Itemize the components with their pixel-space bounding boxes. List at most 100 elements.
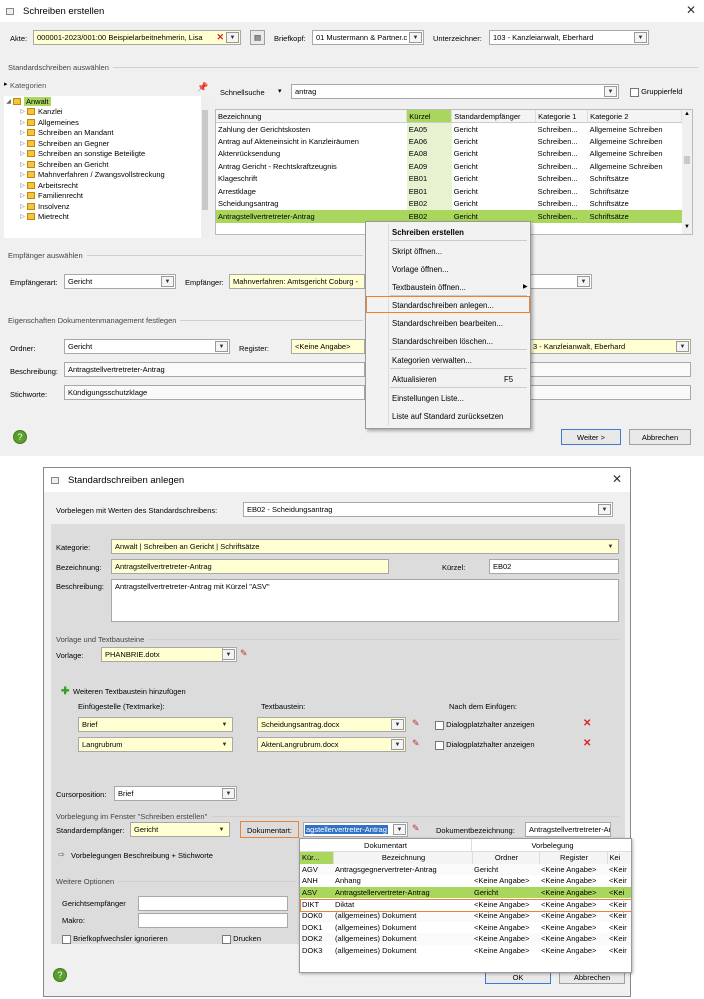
tree-node[interactable]: ▷ Mietrecht	[4, 212, 209, 223]
chevron-down-icon[interactable]: ▼	[218, 719, 231, 730]
clear-icon[interactable]: ✕	[216, 32, 224, 43]
beschreibung-field[interactable]: Antragstellvertretreter-Antrag	[64, 362, 365, 377]
list-item[interactable]: DOK3 (allgemeines) Dokument <Keine Angabe>…	[300, 945, 631, 957]
edit-icon[interactable]: ✎	[412, 823, 424, 835]
col-bezeichnung[interactable]: Bezeichnung	[333, 852, 473, 864]
makro-input[interactable]	[138, 913, 288, 928]
chevron-down-icon[interactable]: ▼	[223, 649, 235, 660]
standard-table[interactable]: Bezeichnung Kürzel Standardempfänger Kat…	[215, 109, 693, 235]
gerichtsempf-input[interactable]	[138, 896, 288, 911]
col-standardempfaenger[interactable]: Standardempfänger	[451, 110, 537, 123]
table-row[interactable]: Antrag auf Akteneinsicht in Kanzleiräume…	[216, 135, 682, 148]
dokart-combo[interactable]: agstellervertreter-Antrag ▼	[303, 822, 408, 837]
tree-node-root[interactable]: ◢ Anwalt	[4, 96, 209, 107]
checkbox-icon[interactable]	[435, 720, 444, 730]
empfaengerart-combo[interactable]: Gericht ▼	[64, 274, 176, 289]
chevron-down-icon[interactable]: ▼	[604, 541, 617, 552]
close-icon[interactable]: ✕	[612, 472, 622, 486]
col-register[interactable]: Register	[539, 852, 608, 864]
tree-node[interactable]: ▷ Arbeitsrecht	[4, 180, 209, 191]
chevron-down-icon[interactable]: ▼	[391, 719, 404, 730]
menu-item-zuruecksetzen[interactable]: Liste auf Standard zurücksetzen	[392, 412, 503, 421]
list-item[interactable]: DOK2 (allgemeines) Dokument <Keine Angabe>…	[300, 933, 631, 945]
table-row[interactable]: Klageschrift EB01 Gericht Schreiben... Schri…	[216, 172, 682, 185]
chevron-down-icon[interactable]: ▼	[598, 504, 611, 515]
menu-item-bearbeiten[interactable]: Standardschreiben bearbeiten...	[392, 319, 503, 328]
beschreibung-textarea[interactable]: Antragstellvertretreter-Antrag mit Kürze…	[111, 579, 619, 622]
tree-node[interactable]: ▷ Allgemeines	[4, 117, 209, 128]
menu-item-aktualisieren[interactable]: Aktualisieren	[392, 375, 437, 384]
register-combo[interactable]: <Keine Angabe>	[291, 339, 365, 354]
expand-icon[interactable]: ▷	[18, 140, 27, 147]
ordner-combo[interactable]: Gericht ▼	[64, 339, 230, 354]
add-textbaustein-link[interactable]: Weiteren Textbaustein hinzufügen	[73, 687, 186, 696]
checkbox-icon[interactable]	[630, 87, 639, 97]
schnellsuche-input[interactable]: antrag ▼	[291, 84, 619, 99]
unterzeichner2-combo[interactable]: 3 - Kanzleianwalt, Eberhard ▼	[530, 339, 691, 354]
table-row[interactable]: Arrestklage EB01 Gericht Schreiben... Schrif…	[216, 185, 682, 198]
menu-item-loeschen[interactable]: Standardschreiben löschen...	[392, 337, 493, 346]
expand-icon[interactable]: ▷	[18, 203, 27, 210]
drucken-checkbox[interactable]: Drucken	[222, 934, 261, 944]
col-ordner[interactable]: Ordner	[472, 852, 540, 864]
chevron-down-icon[interactable]: ▼	[161, 276, 174, 287]
kategorie-combo[interactable]: Anwalt | Schreiben an Gericht | Schrifts…	[111, 539, 619, 554]
expand-icon[interactable]: ▷	[18, 119, 27, 126]
expand-icon[interactable]: ▷	[18, 182, 27, 189]
expand-icon[interactable]: ▷	[18, 150, 27, 157]
chevron-down-icon[interactable]: ▼	[393, 824, 406, 835]
chevron-down-icon[interactable]: ▼	[226, 32, 239, 43]
list-item[interactable]: AGV Antragsgegnervertreter-Antrag Gericht <…	[300, 863, 631, 876]
menu-item-einstellungen[interactable]: Einstellungen Liste...	[392, 394, 464, 403]
col-kuerzel[interactable]: Kür...	[300, 852, 334, 864]
dialogplatzhalter-checkbox[interactable]: Dialogplatzhalter anzeigen	[435, 740, 535, 750]
help-icon[interactable]: ?	[53, 968, 67, 982]
table-row[interactable]: Zahlung der Gerichtskosten EA05 Gericht Sch…	[216, 122, 682, 135]
gruppierfeld-checkbox[interactable]: Gruppierfeld	[630, 87, 682, 97]
delete-icon[interactable]: ✕	[583, 738, 591, 749]
col-kei[interactable]: Kei	[607, 852, 631, 864]
checkbox-icon[interactable]	[222, 934, 231, 944]
calendar-button[interactable]: ▤	[250, 30, 265, 45]
menu-item-vorlage[interactable]: Vorlage öffnen...	[392, 265, 449, 274]
col-kuerzel[interactable]: Kürzel	[406, 110, 453, 123]
table-row[interactable]: Scheidungsantrag EB02 Gericht Schreiben... S…	[216, 197, 682, 210]
expand-icon[interactable]: ▷	[18, 171, 27, 178]
tree-node[interactable]: ▷ Insolvenz	[4, 201, 209, 212]
menu-item-skript[interactable]: Skript öffnen...	[392, 247, 442, 256]
briefkopf-combo[interactable]: 01 Mustermann & Partner.c ▼	[312, 30, 424, 45]
edit-icon[interactable]: ✎	[412, 718, 424, 730]
col-kategorie1[interactable]: Kategorie 1	[535, 110, 589, 123]
chevron-down-icon[interactable]: ▼	[634, 32, 647, 43]
chevron-down-icon[interactable]: ▼	[577, 276, 590, 287]
table-scrollbar[interactable]: ▲ ▼	[682, 110, 692, 234]
chevron-down-icon[interactable]: ▼	[604, 86, 617, 97]
expand-icon[interactable]: ◢	[4, 98, 13, 105]
beschreibung-field-end[interactable]	[530, 362, 691, 377]
expand-icon[interactable]: ▷	[18, 213, 27, 220]
expand-icon[interactable]: ▷	[18, 129, 27, 136]
tree-node[interactable]: ▷ Schreiben an Gericht	[4, 159, 209, 170]
chevron-down-icon[interactable]: ▼	[391, 739, 404, 750]
table-row[interactable]: Antrag Gericht - Rechtskraftzeugnis EA09 G…	[216, 160, 682, 173]
tree-node[interactable]: ▷ Kanzlei	[4, 107, 209, 118]
empfaenger-combo[interactable]: Mahnverfahren: Amtsgericht Coburg -	[229, 274, 365, 289]
edit-icon[interactable]: ✎	[412, 738, 424, 750]
list-item[interactable]: ANH Anhang <Keine Angabe> <Keine Angabe> <Ke…	[300, 875, 631, 887]
textbaustein-combo[interactable]: AktenLangrubrum.docx ▼	[257, 737, 406, 752]
pin-icon[interactable]: 📌	[197, 82, 208, 93]
weiter-button[interactable]: Weiter >	[561, 429, 621, 445]
empfaenger-combo-end[interactable]: ▼	[530, 274, 592, 289]
col-bezeichnung[interactable]: Bezeichnung	[216, 110, 408, 123]
einfuegestelle-combo[interactable]: Langrubrum ▼	[78, 737, 233, 752]
checkbox-icon[interactable]	[435, 740, 444, 750]
abbrechen-button[interactable]: Abbrechen	[629, 429, 691, 445]
chevron-up-icon[interactable]: ▲	[684, 111, 690, 117]
table-row[interactable]: Aktenrücksendung EA08 Gericht Schreiben... A…	[216, 147, 682, 160]
chevron-down-icon[interactable]: ▼	[684, 224, 690, 230]
vorlage-dropdown[interactable]: ▼	[222, 647, 237, 662]
unterzeichner-combo[interactable]: 103 - Kanzleianwalt, Eberhard ▼	[489, 30, 649, 45]
checkbox-icon[interactable]	[62, 934, 71, 944]
vorbelegungen-link[interactable]: Vorbelegungen Beschreibung + Stichworte	[71, 851, 213, 860]
tree-scrollbar[interactable]	[201, 96, 209, 238]
